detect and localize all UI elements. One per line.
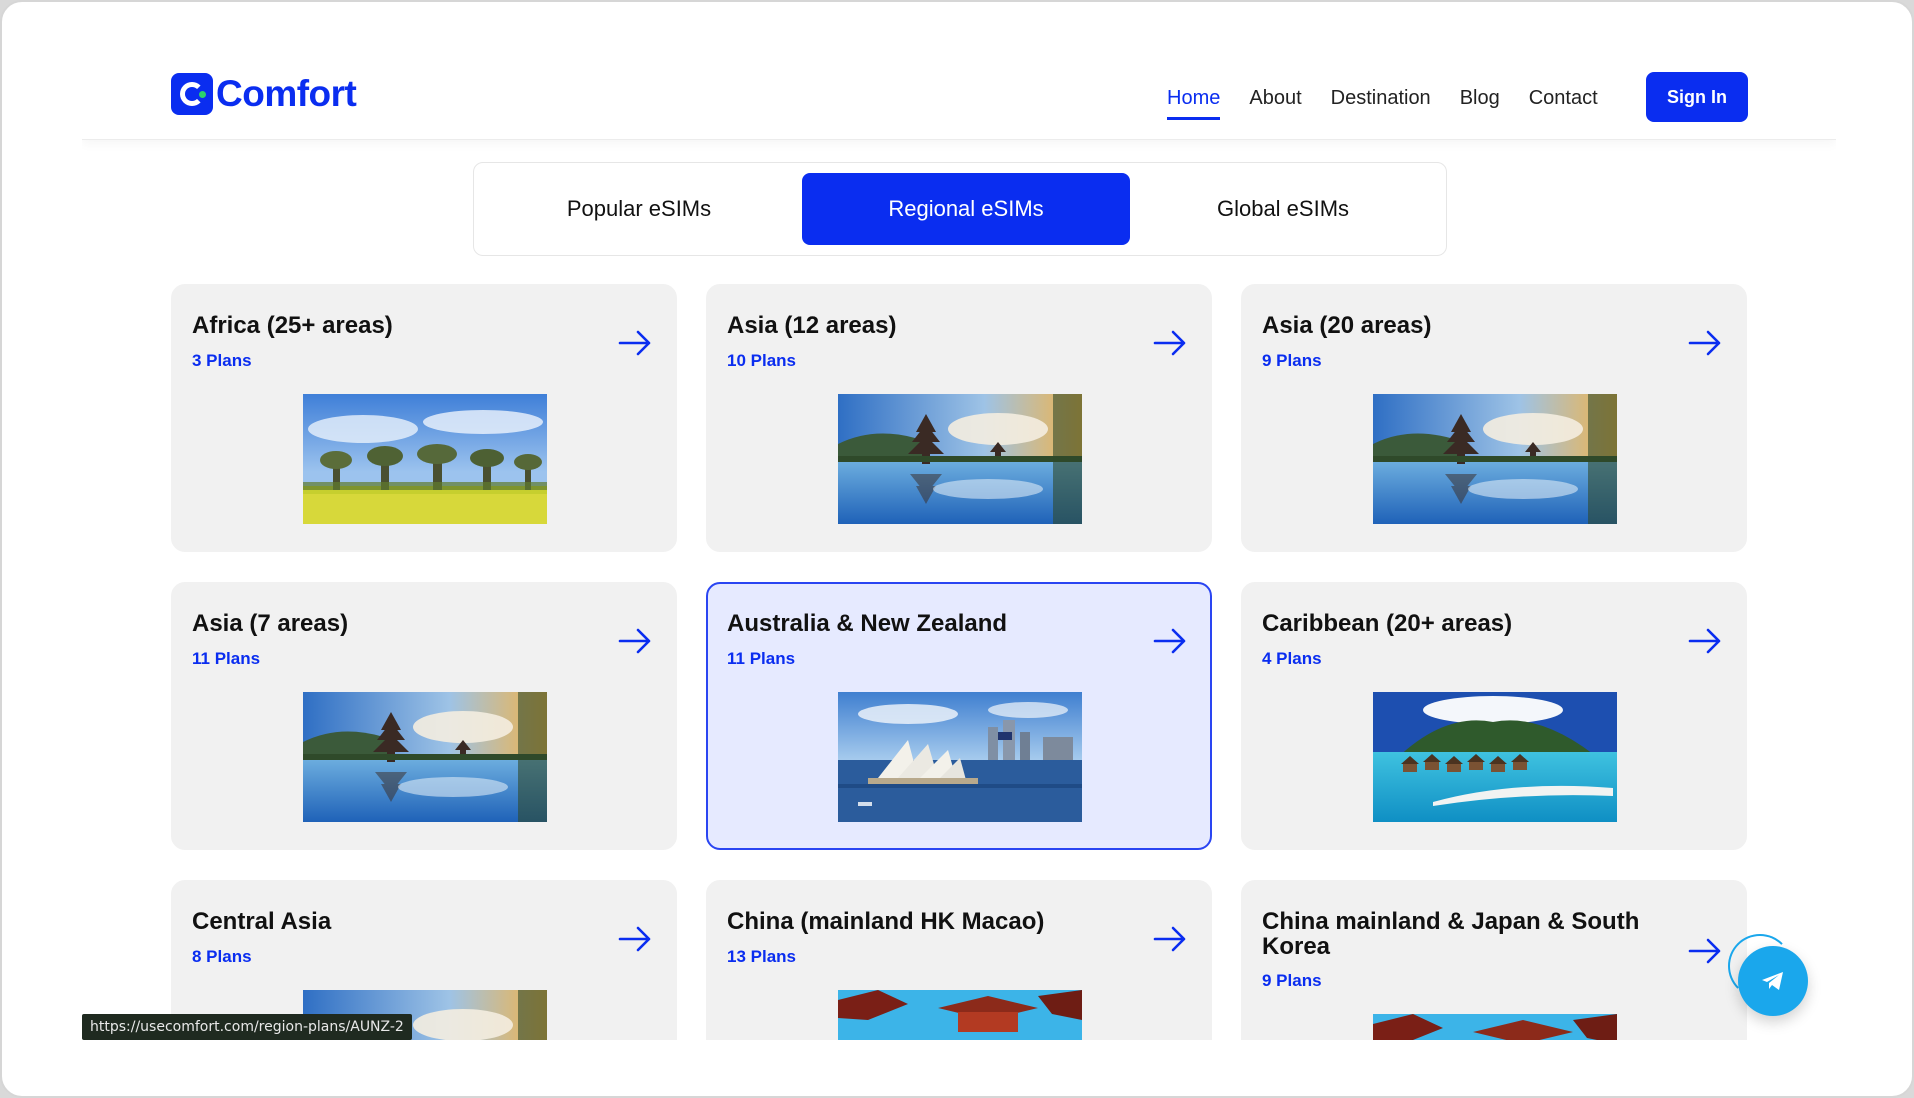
card-title: Asia (20 areas) [1262,312,1432,339]
arrow-right-icon[interactable] [1688,330,1722,356]
logo[interactable]: Comfort [171,72,357,116]
arrow-right-icon[interactable] [618,330,652,356]
nav-blog[interactable]: Blog [1460,75,1500,122]
card-title: Central Asia [192,908,332,935]
card-plans-count: 10 Plans [727,351,796,370]
card-title: China mainland & Japan & South Korea [1262,908,1640,960]
arrow-right-icon[interactable] [1153,330,1187,356]
chinese-pagoda-image [838,990,1082,1040]
card-plans-count: 4 Plans [1262,649,1322,668]
region-card-asia-20[interactable]: Asia (20 areas) 9 Plans [1241,284,1747,552]
region-card-asia-12[interactable]: Asia (12 areas) 10 Plans [706,284,1212,552]
card-title: Australia & New Zealand [727,610,1008,637]
region-card-australia-new-zealand[interactable]: Australia & New Zealand 11 Plans [706,582,1212,850]
arrow-right-icon[interactable] [1688,938,1722,964]
card-plans-count: 11 Plans [727,649,796,668]
sydney-opera-house-image [838,692,1082,822]
nav-destination[interactable]: Destination [1331,75,1431,122]
telegram-chat-button[interactable] [1738,946,1808,1016]
nav-contact[interactable]: Contact [1529,75,1598,122]
card-title: Asia (7 areas) [192,610,349,637]
chinese-pagoda-image [1373,1014,1617,1040]
logo-text: Comfort [216,73,357,114]
bali-temple-image [838,394,1082,524]
bali-temple-image [303,692,547,822]
card-title: Caribbean (20+ areas) [1262,610,1513,637]
card-title: Asia (12 areas) [727,312,897,339]
card-plans-count: 9 Plans [1262,351,1322,370]
tab-regional-esims[interactable]: Regional eSIMs [802,173,1130,245]
bali-temple-image [1373,394,1617,524]
card-title: China (mainland HK Macao) [727,908,1045,935]
nav-home[interactable]: Home [1167,75,1221,122]
site-header: Comfort Home About Destination Blog Cont… [82,4,1836,140]
arrow-right-icon[interactable] [1153,628,1187,654]
overwater-bungalows-image [1373,692,1617,822]
page-viewport: Comfort Home About Destination Blog Cont… [82,4,1836,1040]
card-plans-count: 8 Plans [192,947,252,966]
region-card-china-japan-korea[interactable]: China mainland & Japan & South Korea 9 P… [1241,880,1747,1040]
arrow-right-icon[interactable] [618,628,652,654]
arrow-right-icon[interactable] [1688,628,1722,654]
tab-popular-esims[interactable]: Popular eSIMs [474,173,804,245]
main-nav: Home About Destination Blog Contact [1167,74,1627,122]
nav-about[interactable]: About [1249,75,1301,122]
baobab-savanna-image [303,394,547,524]
esim-type-tabs: Popular eSIMs Regional eSIMs Global eSIM… [473,162,1447,256]
status-bar-url: https://usecomfort.com/region-plans/AUNZ… [82,1014,412,1040]
browser-frame: Comfort Home About Destination Blog Cont… [0,0,1914,1098]
telegram-icon [1762,972,1783,990]
region-card-africa[interactable]: Africa (25+ areas) 3 Plans [171,284,677,552]
card-plans-count: 11 Plans [192,649,261,668]
card-plans-count: 13 Plans [727,947,796,966]
arrow-right-icon[interactable] [618,926,652,952]
logo-icon [171,73,213,115]
region-card-china-hk-macao[interactable]: China (mainland HK Macao) 13 Plans [706,880,1212,1040]
card-plans-count: 3 Plans [192,351,252,370]
region-card-asia-7[interactable]: Asia (7 areas) 11 Plans [171,582,677,850]
sign-in-button[interactable]: Sign In [1646,72,1748,122]
card-title: Africa (25+ areas) [192,312,393,339]
card-plans-count: 9 Plans [1262,971,1322,990]
region-card-caribbean[interactable]: Caribbean (20+ areas) 4 Plans [1241,582,1747,850]
tab-global-esims[interactable]: Global eSIMs [1119,173,1447,245]
arrow-right-icon[interactable] [1153,926,1187,952]
